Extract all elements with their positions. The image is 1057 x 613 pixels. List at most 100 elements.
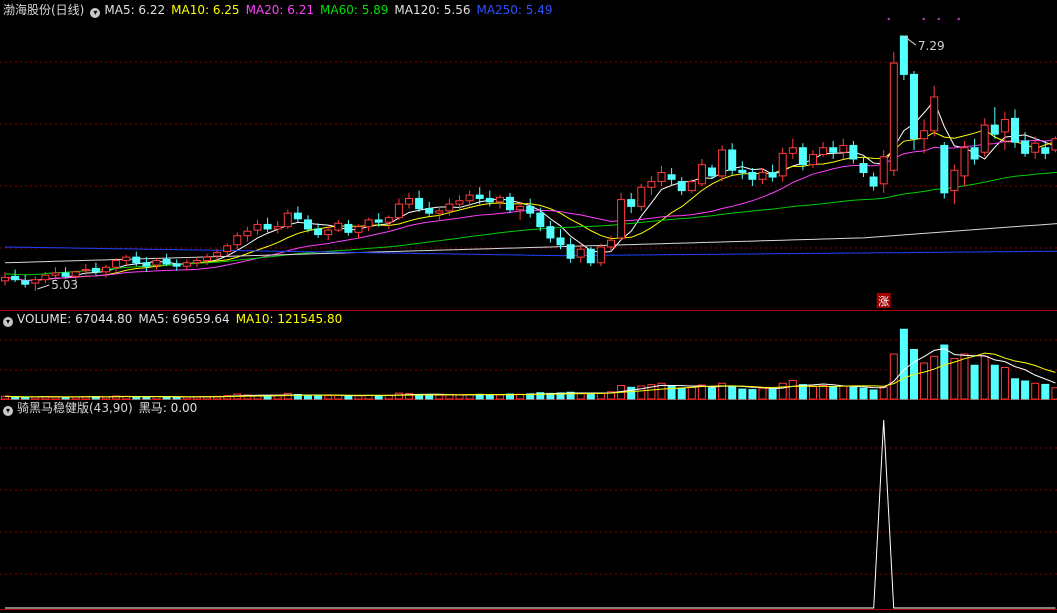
candle xyxy=(142,262,151,267)
candle xyxy=(182,262,191,267)
indicator-legend-item-0: 黑马: 0.00 xyxy=(138,401,198,415)
volume-legend-item-1: MA5: 69659.64 xyxy=(138,312,230,326)
candle xyxy=(445,203,454,212)
candle xyxy=(1031,142,1040,153)
volume-bar xyxy=(495,394,504,400)
volume-bar xyxy=(627,386,636,400)
candle xyxy=(748,172,757,180)
candle xyxy=(334,222,343,231)
candle xyxy=(566,244,575,259)
candle xyxy=(102,266,110,273)
volume-bar xyxy=(394,392,403,400)
candle xyxy=(31,279,40,284)
low-marker-line xyxy=(37,284,50,290)
ma-legend-item-0: MA5: 6.22 xyxy=(104,3,166,17)
candle xyxy=(233,235,242,246)
candle xyxy=(879,156,888,185)
candle xyxy=(788,147,797,154)
candle xyxy=(586,248,595,264)
volume-bar xyxy=(940,344,949,400)
candle xyxy=(263,223,272,230)
stock-chart[interactable]: 7.29 5.03 涨 xyxy=(0,0,1057,613)
volume-ma10-line xyxy=(4,352,1056,398)
indicator-panel[interactable] xyxy=(0,419,1057,609)
candle xyxy=(394,203,403,219)
candle xyxy=(21,280,30,285)
candle xyxy=(495,196,504,203)
candle xyxy=(556,237,565,246)
candle xyxy=(283,212,292,228)
candle xyxy=(122,256,131,262)
candle xyxy=(425,208,434,214)
volume-bar xyxy=(314,395,323,400)
volume-bar xyxy=(899,328,908,400)
indicator-legend: 黑马: 0.00 xyxy=(139,401,204,415)
candle xyxy=(81,269,90,272)
signal-badge: 涨 xyxy=(878,295,889,308)
volume-bar xyxy=(425,394,434,400)
volume-bar xyxy=(768,389,777,400)
volume-bar xyxy=(728,386,737,400)
volume-bar xyxy=(455,394,464,400)
candle xyxy=(617,199,626,239)
candle xyxy=(314,228,323,236)
candle xyxy=(839,144,848,153)
candle xyxy=(465,194,474,202)
candle xyxy=(516,205,525,211)
collapse-icon[interactable]: ▾ xyxy=(3,317,13,327)
ma-legend: MA5: 6.22 MA10: 6.25 MA20: 6.21 MA60: 5.89 M… xyxy=(104,3,558,17)
volume-bar xyxy=(849,386,858,400)
candle xyxy=(192,260,201,264)
volume-panel[interactable] xyxy=(0,328,1057,400)
volume-bar xyxy=(829,386,838,400)
candle xyxy=(910,73,918,140)
volume-bar xyxy=(304,394,312,400)
candle xyxy=(253,223,262,231)
ma-legend-item-5: MA250: 5.49 xyxy=(476,3,553,17)
candle xyxy=(11,275,20,281)
candle xyxy=(647,181,656,188)
candle xyxy=(859,163,868,174)
ma-legend-item-2: MA20: 6.21 xyxy=(245,3,314,17)
volume-bar xyxy=(809,385,817,400)
ma5-line xyxy=(4,99,1057,281)
candle xyxy=(1021,140,1030,154)
volume-bar xyxy=(1041,383,1050,400)
volume-bar xyxy=(324,395,333,400)
candle xyxy=(849,144,858,160)
volume-legend-item-2: MA10: 121545.80 xyxy=(235,312,343,326)
candle xyxy=(405,197,413,205)
candle xyxy=(475,194,484,199)
candle xyxy=(304,219,312,230)
candle xyxy=(627,199,636,207)
candle xyxy=(970,147,979,160)
candle xyxy=(223,245,232,252)
candle xyxy=(778,152,787,177)
candle xyxy=(485,197,494,203)
candle xyxy=(51,272,60,276)
candle xyxy=(1051,138,1057,151)
candle xyxy=(172,263,181,267)
candle xyxy=(71,271,80,277)
candle xyxy=(960,147,969,177)
candle xyxy=(546,226,555,239)
volume-bar xyxy=(11,396,20,400)
volume-bar xyxy=(283,392,292,400)
candle xyxy=(657,172,666,183)
candle xyxy=(708,167,716,177)
indicator-name: 骑黑马稳健版(43,90) xyxy=(17,401,133,415)
collapse-icon[interactable]: ▾ xyxy=(90,8,101,18)
ma-legend-item-3: MA60: 5.89 xyxy=(320,3,389,17)
volume-bar xyxy=(879,386,888,400)
volume-bar xyxy=(869,389,878,400)
candle xyxy=(374,219,383,223)
ma-legend-item-4: MA120: 5.56 xyxy=(394,3,471,17)
candle xyxy=(667,174,676,180)
volume-ma5-line xyxy=(4,348,1056,398)
volume-bar xyxy=(758,388,767,400)
candle xyxy=(112,260,121,268)
candle xyxy=(41,274,50,281)
volume-bar xyxy=(21,396,30,400)
collapse-icon[interactable]: ▾ xyxy=(3,406,13,416)
candle xyxy=(61,272,70,277)
